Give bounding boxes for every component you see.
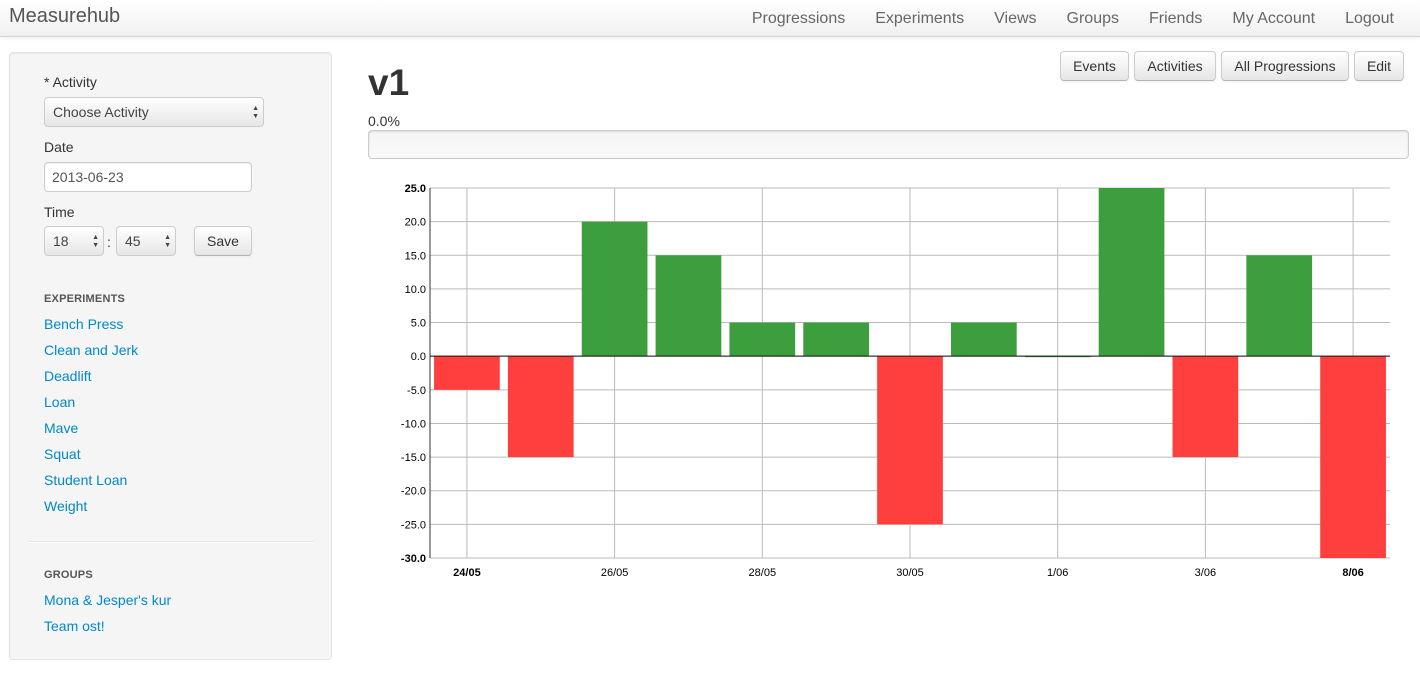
date-label: Date: [44, 139, 74, 155]
experiment-link[interactable]: Loan: [44, 394, 75, 410]
chart-bar: [1098, 188, 1165, 357]
bar-chart: 25.0 20.0 15.0 10.0 5.0 0.0 -5.0 -10.0 -15.0 -20.…: [401, 183, 1390, 579]
time-label: Time: [44, 204, 75, 220]
y-tick-label: 0.0: [411, 351, 426, 363]
experiment-link[interactable]: Weight: [44, 498, 87, 514]
activity-select[interactable]: Choose Activity ▲ ▼: [44, 97, 264, 127]
time-separator: :: [107, 234, 111, 250]
group-link[interactable]: Team ost!: [44, 618, 105, 634]
list-item: Weight: [44, 498, 138, 524]
groups-heading: GROUPS: [44, 569, 93, 581]
chart-bar: [877, 356, 943, 525]
list-item: Clean and Jerk: [44, 342, 138, 368]
x-tick-label: 1/06: [1047, 567, 1068, 579]
x-tick-label: 3/06: [1195, 567, 1216, 579]
date-field-value: 2013-06-23: [52, 169, 124, 185]
save-button[interactable]: Save: [194, 226, 252, 256]
experiment-link[interactable]: Bench Press: [44, 316, 123, 332]
chart-bar: [581, 221, 648, 357]
experiment-link[interactable]: Squat: [44, 446, 81, 462]
list-item: Mona & Jesper's kur: [44, 592, 171, 618]
nav-views[interactable]: Views: [979, 10, 1051, 28]
all-progressions-button[interactable]: All Progressions: [1221, 51, 1349, 81]
y-tick-label: 25.0: [405, 183, 426, 195]
sidebar: * Activity Choose Activity ▲ ▼ Date 2013-…: [9, 52, 332, 660]
experiment-link[interactable]: Clean and Jerk: [44, 342, 138, 358]
progress-text: 0.0%: [368, 113, 400, 129]
y-tick-label: 10.0: [405, 284, 426, 296]
y-tick-label: 20.0: [405, 217, 426, 229]
activity-label: * Activity: [44, 74, 97, 90]
hour-select[interactable]: 18 ▲ ▼: [44, 226, 104, 256]
nav-logout[interactable]: Logout: [1330, 10, 1409, 28]
nav-my-account[interactable]: My Account: [1217, 10, 1330, 28]
nav-friends[interactable]: Friends: [1134, 10, 1217, 28]
list-item: Bench Press: [44, 316, 138, 342]
y-tick-label: -15.0: [401, 452, 426, 464]
progress-bar: [368, 130, 1409, 159]
select-arrows-icon: ▲ ▼: [252, 105, 259, 120]
nav-groups[interactable]: Groups: [1052, 10, 1134, 28]
experiment-link[interactable]: Mave: [44, 420, 78, 436]
list-item: Loan: [44, 394, 138, 420]
sidebar-divider: [29, 541, 314, 543]
minute-select[interactable]: 45 ▲ ▼: [116, 226, 176, 256]
group-link[interactable]: Mona & Jesper's kur: [44, 592, 171, 608]
chart-bar: [507, 356, 574, 458]
activities-button[interactable]: Activities: [1134, 51, 1216, 81]
y-tick-label: -25.0: [401, 519, 426, 531]
chart-bar: [803, 322, 870, 357]
events-button[interactable]: Events: [1060, 51, 1129, 81]
chart-bar: [1246, 255, 1313, 357]
experiment-link[interactable]: Student Loan: [44, 472, 127, 488]
brand-link[interactable]: Measurehub: [9, 5, 120, 28]
x-tick-label: 26/05: [601, 567, 629, 579]
y-tick-label: -30.0: [401, 553, 426, 565]
minute-select-value: 45: [125, 233, 141, 249]
groups-list: Mona & Jesper's kur Team ost!: [44, 592, 171, 644]
x-tick-label: 28/05: [749, 567, 777, 579]
x-tick-label: 8/06: [1342, 567, 1363, 579]
list-item: Mave: [44, 420, 138, 446]
hour-select-value: 18: [53, 233, 69, 249]
list-item: Deadlift: [44, 368, 138, 394]
experiment-link[interactable]: Deadlift: [44, 368, 91, 384]
experiments-heading: EXPERIMENTS: [44, 293, 126, 305]
y-tick-label: -20.0: [401, 486, 426, 498]
chart-bar: [655, 255, 722, 357]
y-tick-label: 5.0: [411, 318, 426, 330]
navbar: Measurehub Progressions Experiments View…: [0, 0, 1420, 37]
y-tick-label: -10.0: [401, 418, 426, 430]
date-field[interactable]: 2013-06-23: [44, 162, 252, 192]
chart-bar: [950, 322, 1017, 357]
x-tick-label: 24/05: [453, 567, 481, 579]
nav-progressions[interactable]: Progressions: [737, 10, 860, 28]
list-item: Team ost!: [44, 618, 171, 644]
y-tick-label: -5.0: [407, 385, 426, 397]
chart-bar: [1172, 356, 1239, 458]
experiments-list: Bench Press Clean and Jerk Deadlift Loan…: [44, 316, 138, 524]
select-arrows-icon: ▲ ▼: [92, 234, 99, 249]
page-title: v1: [368, 62, 410, 103]
list-item: Squat: [44, 446, 138, 472]
chart-bar: [1320, 356, 1386, 558]
y-tick-label: 15.0: [405, 250, 426, 262]
select-arrows-icon: ▲ ▼: [164, 234, 171, 249]
edit-button[interactable]: Edit: [1354, 51, 1404, 81]
x-tick-label: 30/05: [896, 567, 924, 579]
nav-experiments[interactable]: Experiments: [860, 10, 979, 28]
activity-select-value: Choose Activity: [53, 104, 149, 120]
chart-bar: [434, 356, 500, 390]
chart-bar: [729, 322, 796, 357]
main-nav: Progressions Experiments Views Groups Fr…: [737, 0, 1409, 37]
list-item: Student Loan: [44, 472, 138, 498]
